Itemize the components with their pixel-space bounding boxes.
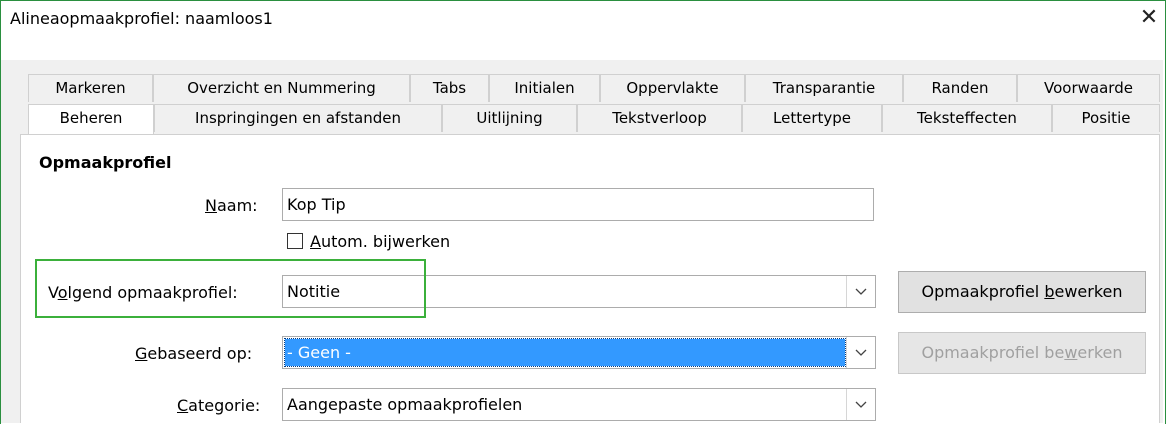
next-style-value: Notitie [287,282,341,301]
tab-label: Randen [931,79,989,97]
tab-label: Teksteffecten [917,109,1017,127]
tab-overzicht-en-nummering[interactable]: Overzicht en Nummering [153,74,410,102]
tab-oppervlakte[interactable]: Oppervlakte [600,74,745,102]
category-value: Aangepaste opmaakprofielen [287,395,523,414]
autoupdate-label-rest: utom. bijwerken [320,232,451,251]
name-label-rest: aam: [216,196,258,215]
autoupdate-label[interactable]: Autom. bijwerken [310,232,450,251]
next-style-label-pre: V [48,283,58,302]
tab-label: Voorwaarde [1044,79,1133,97]
tab-label: Tabs [432,79,467,97]
next-style-label: Volgend opmaakprofiel: [48,283,238,302]
button-label-key: w [1064,343,1078,362]
tab-label: Lettertype [773,109,851,127]
category-dropdown[interactable]: Aangepaste opmaakprofielen [282,388,876,421]
tab-label: Oppervlakte [626,79,719,97]
tab-label: Inspringingen en afstanden [195,109,401,127]
tab-label: Transparantie [772,79,876,97]
title-bar: Alineaopmaakprofiel: naamloos1 ✕ [1,1,1165,37]
tab-tekstverloop[interactable]: Tekstverloop [577,104,742,132]
name-value: Kop Tip [287,195,346,214]
autoupdate-label-key: A [310,232,321,251]
chevron-down-icon[interactable] [846,276,875,307]
tab-tabs[interactable]: Tabs [410,74,489,102]
name-input[interactable]: Kop Tip [282,188,874,221]
window-title: Alineaopmaakprofiel: naamloos1 [10,9,273,28]
tab-label: Beheren [59,109,123,127]
section-title: Opmaakprofiel [39,153,172,172]
button-label-pre: Opmaakprofiel be [921,343,1065,362]
tab-transparantie[interactable]: Transparantie [745,74,903,102]
tab-beheren[interactable]: Beheren [28,104,154,135]
next-style-label-rest: lgend opmaakprofiel: [67,283,238,302]
edit-next-style-button[interactable]: Opmaakprofiel bewerken [898,271,1146,313]
tab-label: Uitlijning [476,109,543,127]
next-style-dropdown[interactable]: Notitie [282,275,876,308]
tab-lettertype[interactable]: Lettertype [742,104,882,132]
button-label-post: ewerken [1054,282,1123,301]
tab-label: Positie [1081,109,1131,127]
edit-based-on-button[interactable]: Opmaakprofiel bewerken [898,332,1146,374]
button-label-post: erken [1077,343,1123,362]
tab-voorwaarde[interactable]: Voorwaarde [1017,74,1160,102]
button-label-key: b [1044,282,1055,301]
chevron-down-icon[interactable] [846,389,875,420]
based-on-dropdown[interactable]: - Geen - [282,336,876,369]
category-label-key: C [177,396,189,415]
tab-markeren[interactable]: Markeren [28,74,153,102]
tab-inspringingen-en-afstanden[interactable]: Inspringingen en afstanden [154,104,442,132]
tab-label: Initialen [514,79,575,97]
category-label: Categorie: [177,396,260,415]
tab-uitlijning[interactable]: Uitlijning [442,104,577,132]
based-on-value: - Geen - [287,343,351,362]
tab-initialen[interactable]: Initialen [489,74,600,102]
based-on-label-rest: ebaseerd op: [147,344,253,363]
tab-positie[interactable]: Positie [1052,104,1160,132]
tab-label: Tekstverloop [612,109,707,127]
based-on-label: Gebaseerd op: [135,344,252,363]
button-label-pre: Opmaakprofiel [921,282,1045,301]
tab-teksteffecten[interactable]: Teksteffecten [882,104,1052,132]
name-label-key: N [205,196,217,215]
tab-randen[interactable]: Randen [903,74,1017,102]
selection-highlight [284,338,846,367]
name-label: Naam: [205,196,258,215]
autoupdate-checkbox[interactable] [287,233,303,249]
based-on-label-key: G [135,344,148,363]
next-style-label-key: o [57,283,68,302]
tab-label: Markeren [55,79,126,97]
close-icon[interactable]: ✕ [1135,5,1163,33]
chevron-down-icon[interactable] [846,337,875,368]
tab-label: Overzicht en Nummering [187,79,376,97]
category-label-rest: ategorie: [188,396,261,415]
